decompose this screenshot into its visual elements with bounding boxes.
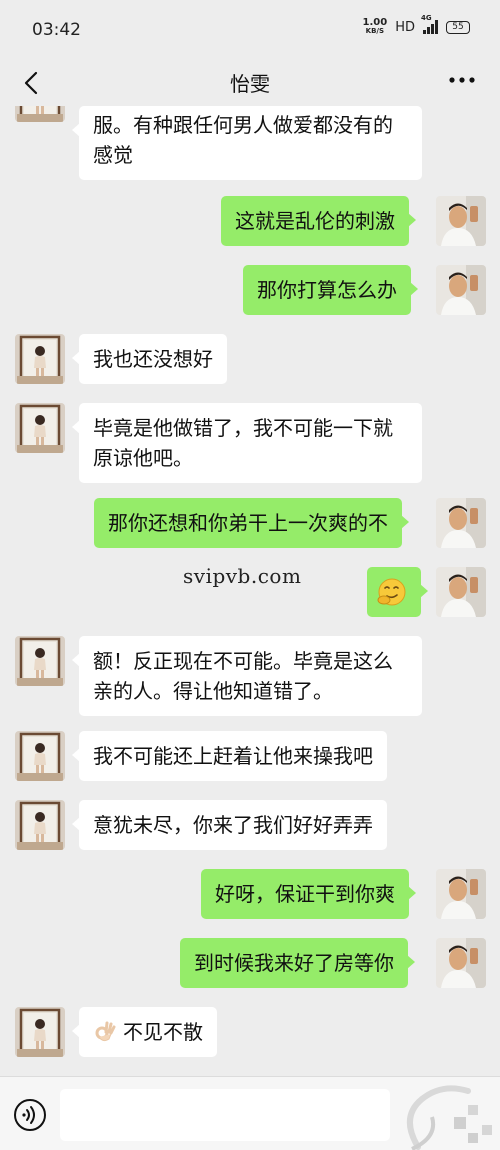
message-text: 服。有种跟任何男人做爱都没有的	[93, 113, 393, 137]
chat-title: 怡雯	[230, 72, 270, 96]
network-type: 4G	[421, 14, 432, 22]
contact-avatar[interactable]	[15, 636, 65, 686]
message-text: 那你打算怎么办	[257, 278, 397, 302]
message-text: 我不可能还上赶着让他来操我吧	[93, 744, 373, 768]
network-speed-value: 1.00	[362, 17, 388, 28]
message-text: 原谅他吧。	[93, 446, 193, 470]
message-bubble-sent[interactable]: 到时候我来好了房等你	[180, 938, 415, 988]
message-text: 这就是乱伦的刺激	[235, 209, 395, 233]
message-bubble-received[interactable]: 我也还没想好	[72, 334, 227, 384]
user-avatar[interactable]	[436, 938, 486, 988]
ok-hand-emoji	[95, 1021, 116, 1042]
message-text: 额！反正现在不可能。毕竟是这么	[93, 649, 393, 673]
contact-avatar[interactable]	[15, 334, 65, 384]
chat-header: 怡雯	[0, 62, 500, 106]
message-bubble-sent[interactable]: 好呀，保证干到你爽	[201, 869, 416, 919]
message-bubble-received[interactable]: 额！反正现在不可能。毕竟是这么 亲的人。得让他知道错了。	[72, 636, 422, 716]
message-bubble-sent[interactable]: 这就是乱伦的刺激	[221, 196, 416, 246]
status-time: 03:42	[32, 20, 81, 40]
contact-avatar[interactable]	[15, 731, 65, 781]
message-bubble-received[interactable]: 不见不散	[72, 1007, 217, 1057]
message-bubble-received[interactable]: 意犹未尽，你来了我们好好弄弄	[72, 800, 387, 850]
message-bubble-sent[interactable]	[367, 567, 428, 617]
contact-avatar[interactable]	[15, 403, 65, 453]
message-bubble-received[interactable]: 服。有种跟任何男人做爱都没有的 感觉	[72, 106, 422, 180]
network-speed-unit: KB/S	[365, 27, 385, 35]
network-speed: 1.00 KB/S	[363, 18, 388, 36]
message-bubble-sent[interactable]: 那你还想和你弟干上一次爽的不	[94, 498, 409, 548]
message-text: 毕竟是他做错了，我不可能一下就	[93, 416, 393, 440]
user-avatar[interactable]	[436, 265, 486, 315]
watermark-logo	[407, 1085, 492, 1150]
contact-avatar[interactable]	[15, 106, 65, 122]
message-text: 意犹未尽，你来了我们好好弄弄	[93, 813, 373, 837]
user-avatar[interactable]	[436, 196, 486, 246]
message-text: 感觉	[93, 143, 133, 167]
message-text: 好呀，保证干到你爽	[215, 882, 395, 906]
status-indicators: 1.00 KB/S HD 4G 55	[363, 14, 470, 36]
battery-icon: 55	[446, 20, 470, 34]
contact-avatar[interactable]	[15, 800, 65, 850]
signal-icon: 4G	[421, 14, 438, 34]
contact-avatar[interactable]	[15, 1007, 65, 1057]
user-avatar[interactable]	[436, 498, 486, 548]
message-bubble-received[interactable]: 毕竟是他做错了，我不可能一下就 原谅他吧。	[72, 403, 422, 483]
message-text: 我也还没想好	[93, 347, 213, 371]
chat-messages[interactable]: 服。有种跟任何男人做爱都没有的 感觉 这就是乱伦的刺激 那你打算怎么办 我也还没…	[0, 106, 500, 1076]
watermark-text: svipvb.com	[183, 564, 302, 588]
user-avatar[interactable]	[436, 567, 486, 617]
hd-indicator: HD	[395, 19, 415, 35]
message-bubble-received[interactable]: 我不可能还上赶着让他来操我吧	[72, 731, 387, 781]
input-bar	[0, 1076, 500, 1150]
message-text: 那你还想和你弟干上一次爽的不	[108, 511, 388, 535]
status-bar: 03:42 1.00 KB/S HD 4G 55	[0, 0, 500, 62]
more-dots-icon[interactable]	[448, 76, 476, 84]
voice-icon[interactable]	[12, 1097, 48, 1133]
message-text: 不见不散	[123, 1020, 203, 1044]
message-text: 到时候我来好了房等你	[194, 951, 394, 975]
user-avatar[interactable]	[436, 869, 486, 919]
message-text: 亲的人。得让他知道错了。	[93, 679, 333, 703]
message-bubble-sent[interactable]: 那你打算怎么办	[243, 265, 418, 315]
smirk-face-emoji	[377, 578, 406, 606]
message-input[interactable]	[60, 1089, 390, 1141]
